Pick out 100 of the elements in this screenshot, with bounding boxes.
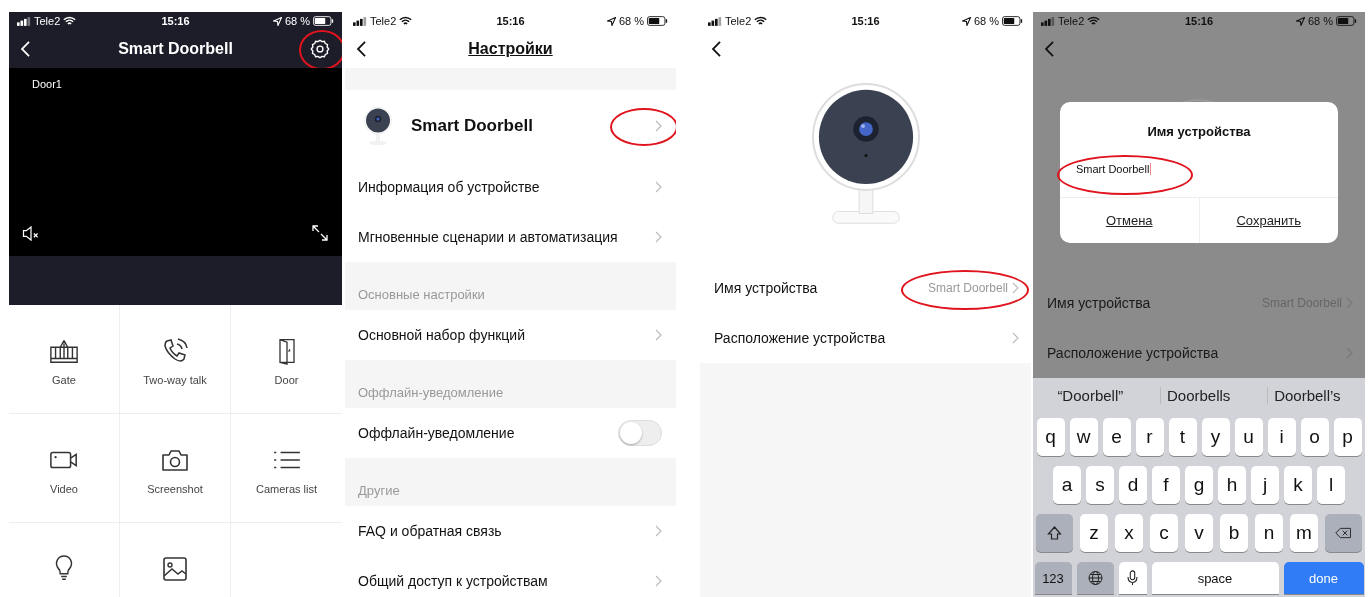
chevron-icon xyxy=(655,525,662,537)
suggestion[interactable]: Doorbells xyxy=(1160,386,1237,404)
battery-icon xyxy=(1002,16,1023,26)
settings-icon[interactable] xyxy=(309,38,331,60)
location-icon xyxy=(272,16,282,26)
chevron-icon xyxy=(655,120,662,132)
key[interactable]: p xyxy=(1333,418,1362,456)
key[interactable]: i xyxy=(1267,418,1296,456)
dialog-title: Имя устройства xyxy=(1147,124,1251,139)
wifi-icon xyxy=(399,16,413,26)
key[interactable]: m xyxy=(1290,514,1318,552)
key[interactable]: t xyxy=(1168,418,1197,456)
name-input[interactable]: Smart Doorbell xyxy=(1076,159,1152,179)
section-header: Другие xyxy=(358,483,400,498)
key[interactable]: v xyxy=(1185,514,1213,552)
settings-row[interactable]: Информация об устройстве xyxy=(345,162,676,212)
carrier-name: Tele2 xyxy=(34,15,61,27)
space-key[interactable]: space xyxy=(1151,562,1279,594)
key[interactable]: w xyxy=(1069,418,1098,456)
key[interactable]: l xyxy=(1317,466,1345,504)
settings-row[interactable]: FAQ и обратная связь xyxy=(345,506,676,556)
camera-thumbnail xyxy=(363,106,393,146)
key[interactable]: q xyxy=(1036,418,1065,456)
key[interactable]: d xyxy=(1119,466,1147,504)
fullscreen-icon[interactable] xyxy=(312,225,328,241)
action-tile[interactable]: Two-way talk xyxy=(120,305,231,414)
chevron-icon xyxy=(1012,282,1019,294)
battery-percent: 68 % xyxy=(973,15,999,27)
screen-title: Smart Doorbell xyxy=(118,40,233,58)
settings-row[interactable]: Общий доступ к устройствам xyxy=(345,556,676,597)
shift-key[interactable] xyxy=(1036,514,1073,552)
section-header: Основные настройки xyxy=(358,287,485,302)
key[interactable]: s xyxy=(1086,466,1114,504)
action-tile[interactable]: Screenshot xyxy=(120,414,231,523)
globe-key[interactable] xyxy=(1076,562,1114,594)
key[interactable]: o xyxy=(1300,418,1329,456)
key[interactable]: e xyxy=(1102,418,1131,456)
key[interactable]: f xyxy=(1152,466,1180,504)
battery-percent: 68 % xyxy=(1307,15,1333,27)
signal-icon xyxy=(1041,16,1055,26)
signal-icon xyxy=(708,16,722,26)
key[interactable]: y xyxy=(1201,418,1230,456)
dialog-button[interactable]: Отмена xyxy=(1060,198,1199,243)
chevron-icon xyxy=(655,329,662,341)
mute-icon[interactable] xyxy=(22,226,40,241)
dialog-button[interactable]: Сохранить xyxy=(1198,198,1338,243)
section-header: Оффлайн-уведомление xyxy=(358,385,504,400)
device-row[interactable]: Smart Doorbell xyxy=(345,90,676,162)
backspace-key[interactable] xyxy=(1325,514,1362,552)
key[interactable]: x xyxy=(1115,514,1143,552)
wifi-icon xyxy=(63,16,77,26)
microphone-icon xyxy=(1124,570,1141,586)
chevron-icon xyxy=(655,575,662,587)
action-tile[interactable]: Video xyxy=(9,414,120,523)
key[interactable]: r xyxy=(1135,418,1164,456)
status-time: 15:16 xyxy=(1184,15,1214,27)
location-icon xyxy=(1295,16,1305,26)
key[interactable]: n xyxy=(1255,514,1283,552)
microphone-key[interactable] xyxy=(1118,562,1147,594)
key[interactable]: a xyxy=(1053,466,1081,504)
wifi-icon xyxy=(754,16,768,26)
key[interactable]: z xyxy=(1080,514,1108,552)
settings-row: Оффлайн-уведомление xyxy=(345,408,676,458)
wifi-icon xyxy=(1087,16,1101,26)
location-icon xyxy=(961,16,971,26)
key[interactable]: b xyxy=(1220,514,1248,552)
screen-title: Настройки xyxy=(468,40,553,58)
settings-row[interactable]: Мгновенные сценарии и автоматизация xyxy=(345,212,676,262)
battery-icon xyxy=(1336,16,1357,26)
settings-row[interactable]: Основной набор функций xyxy=(345,310,676,360)
numbers-key[interactable]: 123 xyxy=(1034,562,1072,594)
backspace-icon xyxy=(1335,525,1352,541)
back-icon[interactable] xyxy=(357,41,366,57)
key[interactable]: j xyxy=(1251,466,1279,504)
suggestion[interactable]: Doorbell’s xyxy=(1267,386,1347,404)
status-time: 15:16 xyxy=(851,15,880,27)
key[interactable]: c xyxy=(1150,514,1178,552)
back-icon[interactable] xyxy=(712,41,721,57)
status-time: 15:16 xyxy=(161,15,190,27)
key[interactable]: g xyxy=(1185,466,1213,504)
carrier-name: Tele2 xyxy=(370,15,397,27)
globe-icon xyxy=(1086,570,1104,586)
key[interactable]: u xyxy=(1234,418,1263,456)
action-tile[interactable]: Gate xyxy=(9,305,120,414)
done-key[interactable]: done xyxy=(1283,562,1364,594)
battery-percent: 68 % xyxy=(284,15,310,27)
battery-percent: 68 % xyxy=(618,15,644,27)
chevron-icon xyxy=(1012,332,1019,344)
status-time: 15:16 xyxy=(496,15,525,27)
carrier-name: Tele2 xyxy=(725,15,752,27)
suggestion[interactable]: “Doorbell” xyxy=(1051,386,1130,404)
carrier-name: Tele2 xyxy=(1058,15,1085,27)
key[interactable]: k xyxy=(1284,466,1312,504)
chevron-icon xyxy=(655,231,662,243)
key[interactable]: h xyxy=(1218,466,1246,504)
chevron-icon xyxy=(655,181,662,193)
toggle-switch[interactable] xyxy=(618,420,662,446)
signal-icon xyxy=(353,16,367,26)
signal-icon xyxy=(17,16,31,26)
shift-icon xyxy=(1046,525,1063,541)
